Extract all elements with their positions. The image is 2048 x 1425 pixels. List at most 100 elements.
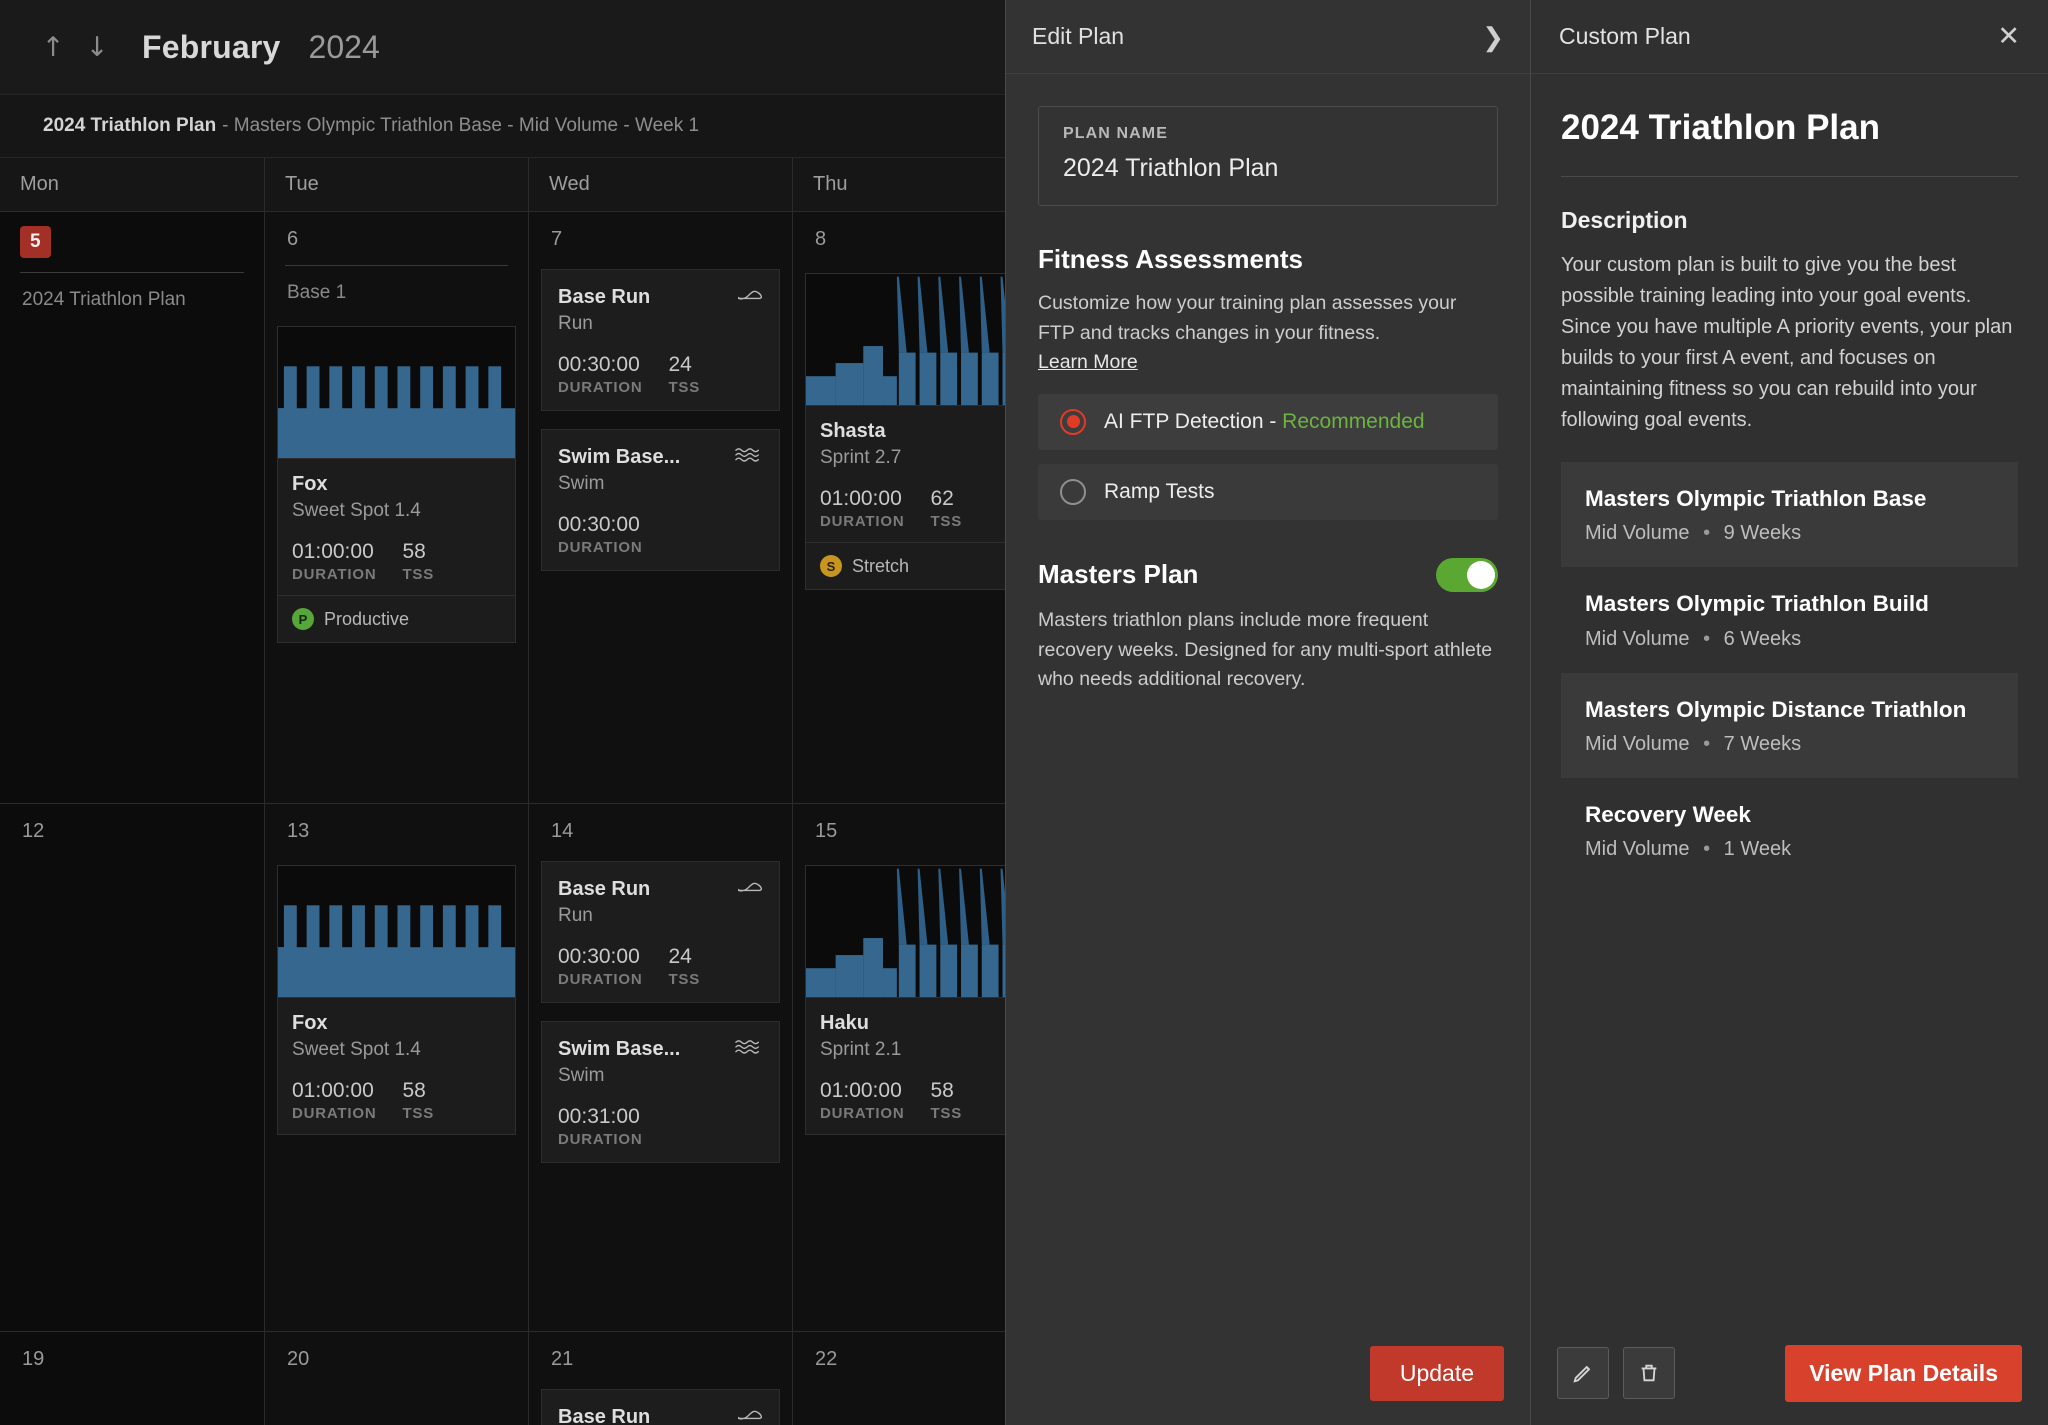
radio-label: AI FTP Detection - Recommended bbox=[1104, 410, 1425, 434]
workout-stats: 00:30:00 DURATION24 TSS bbox=[558, 353, 763, 396]
workout-card[interactable]: Base RunRun 00:30:00 DURATION24 TSS bbox=[541, 269, 780, 411]
calendar-day-14[interactable]: 14 Base RunRun 00:30:00 DURATION24 TSS Swi… bbox=[529, 804, 793, 1331]
radio-label: Ramp Tests bbox=[1104, 480, 1215, 504]
day-header-thu: Thu bbox=[793, 158, 1005, 211]
duration-value: 01:00:00 bbox=[820, 487, 904, 511]
update-button[interactable]: Update bbox=[1370, 1346, 1504, 1401]
workout-tss: 58 TSS bbox=[930, 1079, 962, 1122]
workout-card-body: HakuSprint 2.101:00:00 DURATION58 TSS bbox=[806, 998, 1005, 1134]
workout-profile-graph bbox=[806, 866, 1005, 998]
description-title: Description bbox=[1561, 207, 2018, 234]
workout-card-body: FoxSweet Spot 1.401:00:00 DURATION58 TSS bbox=[278, 998, 515, 1134]
calendar-day-22[interactable]: 22 bbox=[793, 1332, 1005, 1425]
plan-phase-meta: Mid Volume • 9 Weeks bbox=[1585, 522, 1996, 545]
workout-card[interactable]: Swim Base...Swim 00:31:00 DURATION bbox=[541, 1021, 780, 1163]
plan-phase-list: Masters Olympic Triathlon Base Mid Volum… bbox=[1561, 462, 2018, 883]
workout-duration: 00:30:00 DURATION bbox=[558, 513, 642, 556]
tss-value: 58 bbox=[930, 1079, 962, 1103]
workout-duration: 00:30:00 DURATION bbox=[558, 353, 642, 396]
workout-card[interactable]: Swim Base...Swim 00:30:00 DURATION bbox=[541, 429, 780, 571]
day-number: 20 bbox=[277, 1332, 309, 1371]
day-number: 14 bbox=[541, 804, 573, 843]
custom-plan-header: Custom Plan ✕ bbox=[1531, 0, 2048, 74]
tss-label: TSS bbox=[668, 379, 700, 396]
workout-card-body: Swim Base...Swim 00:31:00 DURATION bbox=[542, 1022, 779, 1162]
arrow-up-icon[interactable]: ↑ bbox=[40, 34, 66, 61]
separator-dot: • bbox=[1703, 628, 1710, 650]
day-number: 21 bbox=[541, 1332, 573, 1371]
calendar-day-7[interactable]: 7Base RunRun 00:30:00 DURATION24 TSSSwim… bbox=[529, 212, 793, 803]
running-shoe-icon bbox=[737, 286, 763, 309]
calendar-day-5[interactable]: 52024 Triathlon Plan bbox=[0, 212, 265, 803]
learn-more-link[interactable]: Learn More bbox=[1038, 351, 1138, 373]
day-number: 15 bbox=[805, 804, 837, 843]
workout-profile-graph bbox=[806, 274, 1005, 406]
calendar-day-19[interactable]: 19 bbox=[0, 1332, 265, 1425]
workout-card[interactable]: FoxSweet Spot 1.401:00:00 DURATION58 TSS… bbox=[277, 326, 516, 643]
plan-phase-item[interactable]: Recovery Week Mid Volume • 1 Week bbox=[1561, 778, 2018, 883]
edit-plan-panel: Edit Plan ❯ PLAN NAME 2024 Triathlon Pla… bbox=[1005, 0, 1530, 1425]
calendar-day-6[interactable]: 6Base 1 FoxSweet Spot 1.401:00:00 DURATI… bbox=[265, 212, 529, 803]
duration-value: 01:00:00 bbox=[820, 1079, 904, 1103]
masters-plan-toggle[interactable] bbox=[1436, 558, 1498, 592]
fitness-assessment-options: AI FTP Detection - Recommended Ramp Test… bbox=[1038, 394, 1498, 520]
duration-value: 01:00:00 bbox=[292, 540, 376, 564]
view-plan-details-button[interactable]: View Plan Details bbox=[1785, 1345, 2022, 1402]
custom-plan-heading: 2024 Triathlon Plan bbox=[1561, 108, 2018, 148]
plan-phase-item[interactable]: Masters Olympic Triathlon Base Mid Volum… bbox=[1561, 462, 2018, 567]
plan-name-input[interactable]: 2024 Triathlon Plan bbox=[1063, 154, 1473, 183]
workout-stats: 01:00:00 DURATION58 TSS bbox=[820, 1079, 1005, 1122]
workout-card[interactable]: HakuSprint 2.101:00:00 DURATION58 TSS bbox=[805, 865, 1005, 1135]
plan-summary-bar[interactable]: 2024 Triathlon Plan - Masters Olympic Tr… bbox=[0, 94, 1005, 158]
radio-icon[interactable] bbox=[1060, 479, 1086, 505]
close-icon[interactable]: ✕ bbox=[1997, 23, 2020, 50]
workout-card-head: Base RunRun bbox=[558, 286, 763, 335]
radio-option-ramp-tests[interactable]: Ramp Tests bbox=[1038, 464, 1498, 520]
calendar-day-12[interactable]: 12 bbox=[0, 804, 265, 1331]
separator-dot: • bbox=[1703, 838, 1710, 860]
workout-name: Fox bbox=[292, 1012, 421, 1035]
radio-option-ai-ftp-detection[interactable]: AI FTP Detection - Recommended bbox=[1038, 394, 1498, 450]
workout-card[interactable]: Base RunRun 00:30:00 DURATION24 TSS bbox=[541, 861, 780, 1003]
workout-tss: 62 TSS bbox=[930, 487, 962, 530]
workout-name: Base Run bbox=[558, 878, 650, 901]
workout-survey-row: S Stretch bbox=[806, 542, 1005, 589]
workout-name: Haku bbox=[820, 1012, 901, 1035]
plan-phase-item[interactable]: Masters Olympic Triathlon Build Mid Volu… bbox=[1561, 567, 2018, 672]
duration-label: DURATION bbox=[292, 1105, 376, 1122]
calendar-day-13[interactable]: 13 FoxSweet Spot 1.401:00:00 DURATION58 … bbox=[265, 804, 529, 1331]
workout-card[interactable]: Base Run bbox=[541, 1389, 780, 1425]
calendar-day-15[interactable]: 15 HakuSprint 2.101:00:00 DURATION58 TSS bbox=[793, 804, 1005, 1331]
plan-phase-volume: Mid Volume bbox=[1585, 733, 1690, 755]
calendar-month: February bbox=[142, 29, 281, 66]
arrow-down-icon[interactable]: ↓ bbox=[84, 34, 110, 61]
calendar-week-row: 52024 Triathlon Plan6Base 1 FoxSweet Spo… bbox=[0, 212, 1005, 804]
duration-label: DURATION bbox=[558, 1131, 642, 1148]
recommended-tag: Recommended bbox=[1282, 410, 1424, 433]
workout-card-body: FoxSweet Spot 1.401:00:00 DURATION58 TSS bbox=[278, 459, 515, 595]
footer-icon-buttons bbox=[1557, 1347, 1675, 1399]
chevron-right-icon[interactable]: ❯ bbox=[1482, 24, 1504, 50]
radio-icon[interactable] bbox=[1060, 409, 1086, 435]
workout-sport: Sprint 2.7 bbox=[820, 447, 901, 469]
duration-value: 00:30:00 bbox=[558, 353, 642, 377]
trash-icon[interactable] bbox=[1623, 1347, 1675, 1399]
plan-phase-item[interactable]: Masters Olympic Distance Triathlon Mid V… bbox=[1561, 673, 2018, 778]
workout-card-body: ShastaSprint 2.701:00:00 DURATION62 TSS bbox=[806, 406, 1005, 542]
calendar-day-8[interactable]: 8 ShastaSprint 2.701:00:00 DURATION62 TS… bbox=[793, 212, 1005, 803]
calendar-panel: ↑ ↓ February 2024 2024 Triathlon Plan - … bbox=[0, 0, 1005, 1425]
calendar-day-21[interactable]: 21 Base Run bbox=[529, 1332, 793, 1425]
workout-card[interactable]: FoxSweet Spot 1.401:00:00 DURATION58 TSS bbox=[277, 865, 516, 1135]
plan-name-field[interactable]: PLAN NAME 2024 Triathlon Plan bbox=[1038, 106, 1498, 206]
running-shoe-icon bbox=[737, 1406, 763, 1425]
workout-sport: Sweet Spot 1.4 bbox=[292, 500, 421, 522]
pencil-icon[interactable] bbox=[1557, 1347, 1609, 1399]
workout-card[interactable]: ShastaSprint 2.701:00:00 DURATION62 TSSS… bbox=[805, 273, 1005, 590]
calendar-day-20[interactable]: 20 bbox=[265, 1332, 529, 1425]
workout-card-head: Swim Base...Swim bbox=[558, 446, 763, 495]
workout-name: Base Run bbox=[558, 1406, 650, 1425]
day-number: 12 bbox=[12, 804, 44, 843]
day-number: 19 bbox=[12, 1332, 44, 1371]
plan-name-label: PLAN NAME bbox=[1063, 125, 1473, 143]
calendar-year: 2024 bbox=[309, 29, 380, 66]
